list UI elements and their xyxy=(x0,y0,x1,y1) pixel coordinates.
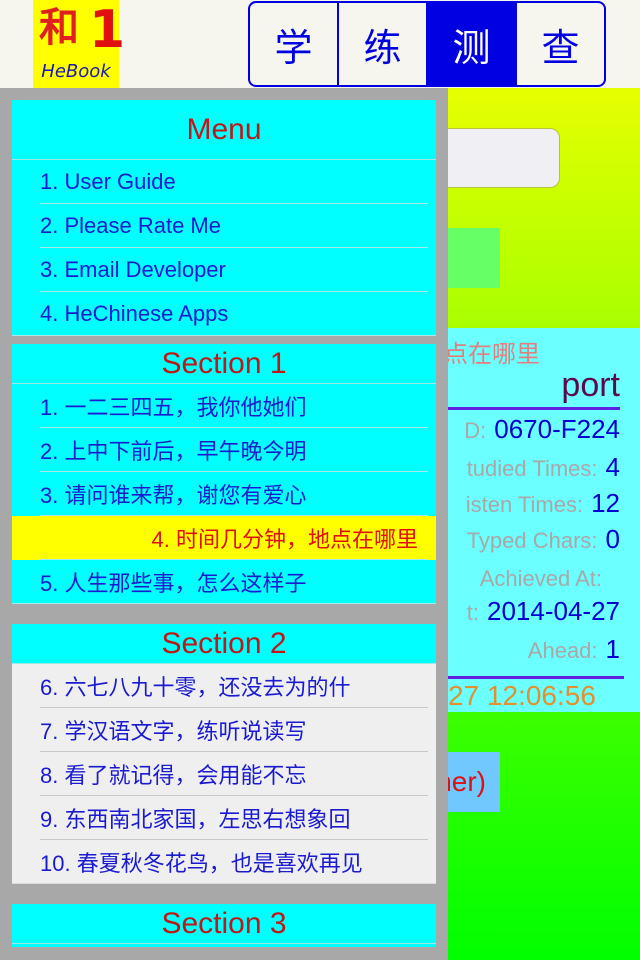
green-action-button[interactable] xyxy=(448,228,500,288)
report-studied-row: tudied Times: 4 xyxy=(467,452,620,483)
section-1-panel: Section 1 1. 一二三四五，我你他她们 2. 上中下前后，早午晚今明 … xyxy=(12,344,436,604)
section-3-title: Section 3 xyxy=(12,904,436,944)
report-typed-row: Typed Chars: 0 xyxy=(467,524,620,555)
menu-item-hechinese-apps[interactable]: 4. HeChinese Apps xyxy=(12,292,436,336)
report-date-value: 2014-04-27 xyxy=(487,596,620,626)
blue-action-button[interactable]: ner) xyxy=(448,752,500,812)
report-lesson: 点在哪里 xyxy=(448,341,540,368)
report-achieved-row: Achieved At: xyxy=(480,566,602,592)
menu-item-rate-me[interactable]: 2. Please Rate Me xyxy=(12,204,436,248)
menu-item-user-guide[interactable]: 1. User Guide xyxy=(12,160,436,204)
report-listen-value: 12 xyxy=(591,488,620,518)
report-typed-label: Typed Chars: xyxy=(466,528,598,553)
lesson-item[interactable]: 9. 东西南北家国，左思右想象回 xyxy=(12,796,436,840)
logo-char: 和 xyxy=(39,5,79,51)
section-1-title: Section 1 xyxy=(12,344,436,384)
lesson-item[interactable]: 6. 六七八九十零，还没去为的什 xyxy=(12,664,436,708)
section-3-peek xyxy=(12,944,436,947)
report-studied-value: 4 xyxy=(605,452,620,482)
top-bar: 和 1 HeBook 学 练 测 查 xyxy=(0,0,640,88)
report-listen-label: isten Times: xyxy=(465,492,584,517)
report-ahead-row: Ahead: 1 xyxy=(528,634,620,665)
logo-number: 1 xyxy=(89,0,126,60)
input-zone xyxy=(448,88,640,328)
menu-panel: Menu 1. User Guide 2. Please Rate Me 3. … xyxy=(12,100,436,336)
lesson-item[interactable]: 10. 春夏秋冬花鸟，也是喜欢再见 xyxy=(12,840,436,884)
bottom-zone xyxy=(448,712,640,960)
logo-text: HeBook xyxy=(41,61,111,82)
text-input[interactable] xyxy=(448,128,560,188)
section-3-panel: Section 3 xyxy=(12,904,436,947)
background-content: 点在哪里 port D: 0670-F224 tudied Times: 4 i… xyxy=(448,88,640,960)
report-listen-row: isten Times: 12 xyxy=(466,488,620,519)
report-title: port xyxy=(561,366,620,404)
sidebar-menu: Menu 1. User Guide 2. Please Rate Me 3. … xyxy=(0,88,448,960)
lesson-item[interactable]: 1. 一二三四五，我你他她们 xyxy=(12,384,436,428)
tab-learn[interactable]: 学 xyxy=(250,3,339,85)
report-ahead-label: Ahead: xyxy=(527,638,598,663)
lesson-item[interactable]: 7. 学汉语文字，练听说读写 xyxy=(12,708,436,752)
tab-practice[interactable]: 练 xyxy=(339,3,428,85)
report-ahead-value: 1 xyxy=(605,634,620,664)
report-id-value: 0670-F224 xyxy=(494,414,620,444)
report-id-label: D: xyxy=(464,418,487,443)
report-typed-value: 0 xyxy=(605,524,620,554)
lesson-item[interactable]: 2. 上中下前后，早午晚今明 xyxy=(12,428,436,472)
menu-title: Menu xyxy=(12,100,436,160)
mode-segmented-control: 学 练 测 查 xyxy=(248,1,606,87)
lesson-item-selected[interactable]: 4. 时间几分钟，地点在哪里 xyxy=(12,516,436,560)
section-2-title: Section 2 xyxy=(12,624,436,664)
section-2-panel: Section 2 6. 六七八九十零，还没去为的什 7. 学汉语文字，练听说读… xyxy=(12,624,436,884)
report-date-row: t: 2014-04-27 xyxy=(467,596,620,627)
report-panel: 点在哪里 port D: 0670-F224 tudied Times: 4 i… xyxy=(448,328,640,712)
tab-lookup[interactable]: 查 xyxy=(517,3,604,85)
lesson-item[interactable]: 5. 人生那些事，怎么这样子 xyxy=(12,560,436,604)
menu-item-email-developer[interactable]: 3. Email Developer xyxy=(12,248,436,292)
report-id-row: D: 0670-F224 xyxy=(464,414,620,445)
report-achieved-label: Achieved At: xyxy=(479,566,602,591)
lesson-item[interactable]: 8. 看了就记得，会用能不忘 xyxy=(12,752,436,796)
report-divider-top xyxy=(448,407,620,410)
report-date-label: t: xyxy=(466,600,479,625)
report-timestamp: 27 12:06:56 xyxy=(448,680,596,711)
lesson-item[interactable]: 3. 请问谁来帮，谢您有爱心 xyxy=(12,472,436,516)
hebook-logo[interactable]: 和 1 HeBook xyxy=(33,0,125,88)
report-studied-label: tudied Times: xyxy=(466,456,598,481)
report-divider-bottom xyxy=(448,676,624,679)
tab-test[interactable]: 测 xyxy=(428,3,517,85)
